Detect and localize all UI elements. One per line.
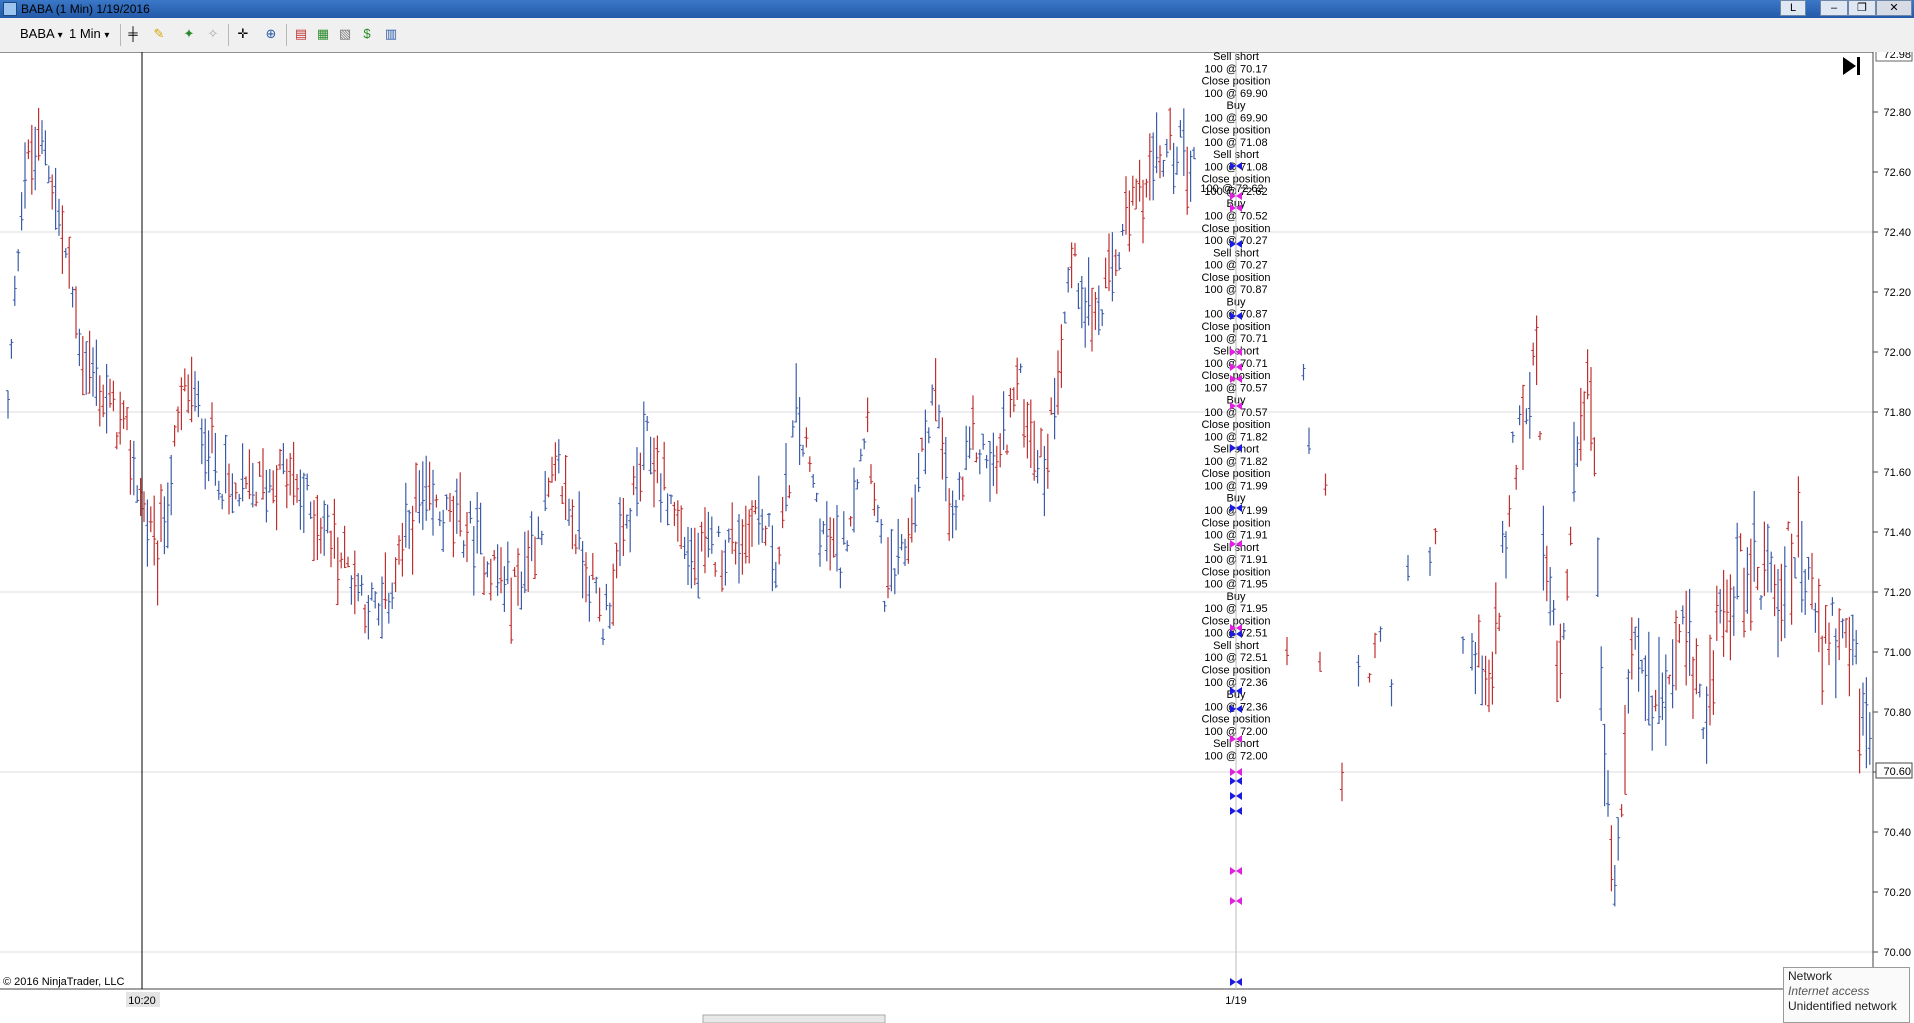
chevron-down-icon: ▾	[57, 30, 63, 41]
price-tick-label: 71.40	[1883, 527, 1911, 539]
eraser-icon[interactable]: ✧	[204, 25, 222, 43]
network-tooltip: Network Internet access Unidentified net…	[1783, 967, 1910, 1023]
pencil-icon[interactable]: ✎	[150, 25, 168, 43]
interval-selector[interactable]: 1 Min ▾	[69, 24, 109, 44]
network-title: Network	[1788, 969, 1833, 983]
zoom-icon[interactable]: ⊕	[262, 25, 280, 43]
chevron-down-icon: ▾	[104, 30, 110, 41]
price-tick-label: 71.20	[1883, 587, 1911, 599]
price-tick-label: 72.80	[1883, 107, 1911, 119]
toolbar-divider	[286, 24, 287, 46]
panel-icon[interactable]: ▥	[382, 25, 400, 43]
last-price-label-text: 70.60	[1883, 766, 1911, 778]
interval-label: 1 Min	[69, 26, 101, 41]
price-tick-label: 70.20	[1883, 887, 1911, 899]
toolbar-divider	[228, 24, 229, 46]
money-icon[interactable]: $	[358, 25, 376, 43]
tray-button[interactable]: L	[1780, 0, 1806, 16]
app-icon	[3, 2, 17, 16]
time-axis-label-1020: 10:20	[126, 992, 160, 1007]
last-price-label: 70.60	[1875, 762, 1913, 779]
restore-button[interactable]: ❐	[1848, 0, 1876, 16]
price-tick-label: 72.20	[1883, 287, 1911, 299]
price-tick-label: 72.60	[1883, 167, 1911, 179]
trade-label: 100 @ 72.62	[1200, 183, 1263, 195]
price-tick-label: 70.40	[1883, 827, 1911, 839]
template-icon[interactable]: ▧	[336, 25, 354, 43]
date-label: 1/19	[1225, 995, 1246, 1007]
title-bar: BABA (1 Min) 1/19/2016 L – ❐ ✕	[0, 0, 1914, 18]
price-tick-label: 70.00	[1883, 947, 1911, 959]
horizontal-scrollbar[interactable]	[702, 1014, 886, 1023]
price-tick-label: 71.00	[1883, 647, 1911, 659]
chart-background	[0, 52, 1914, 1023]
price-tick-label: 71.60	[1883, 467, 1911, 479]
price-tick-label: 71.80	[1883, 407, 1911, 419]
crosshair-icon[interactable]: ✛	[234, 25, 252, 43]
minimize-button[interactable]: –	[1820, 0, 1848, 16]
bar-type-icon[interactable]: ╪	[124, 25, 142, 43]
price-tick-label: 72.00	[1883, 347, 1911, 359]
copyright-label: © 2016 NinjaTrader, LLC	[3, 976, 124, 988]
price-top-label: 72.98	[1875, 52, 1913, 62]
window-title: BABA (1 Min) 1/19/2016	[21, 2, 150, 16]
indicators-icon[interactable]: ▤	[292, 25, 310, 43]
time-label: 10:20	[128, 995, 156, 1007]
network-subtitle: Internet access	[1788, 984, 1870, 998]
strategies-icon[interactable]: ▦	[314, 25, 332, 43]
toolbar-divider	[120, 24, 121, 46]
price-tick-label: 70.80	[1883, 707, 1911, 719]
network-status: Unidentified network	[1788, 999, 1897, 1013]
price-top-label-text: 72.98	[1883, 52, 1911, 61]
chart-toolbar: BABA ▾ 1 Min ▾ ╪ ✎ ✦ ✧ ✛ ⊕ ▤ ▦ ▧ $ ▥	[0, 18, 1914, 53]
price-tick-label: 72.40	[1883, 227, 1911, 239]
price-chart[interactable]: Sell short100 @ 70.17Close position100 @…	[0, 52, 1914, 1023]
instrument-selector[interactable]: BABA ▾	[20, 24, 63, 44]
close-button[interactable]: ✕	[1876, 0, 1912, 16]
marker-icon[interactable]: ✦	[180, 25, 198, 43]
instrument-label: BABA	[20, 26, 54, 41]
